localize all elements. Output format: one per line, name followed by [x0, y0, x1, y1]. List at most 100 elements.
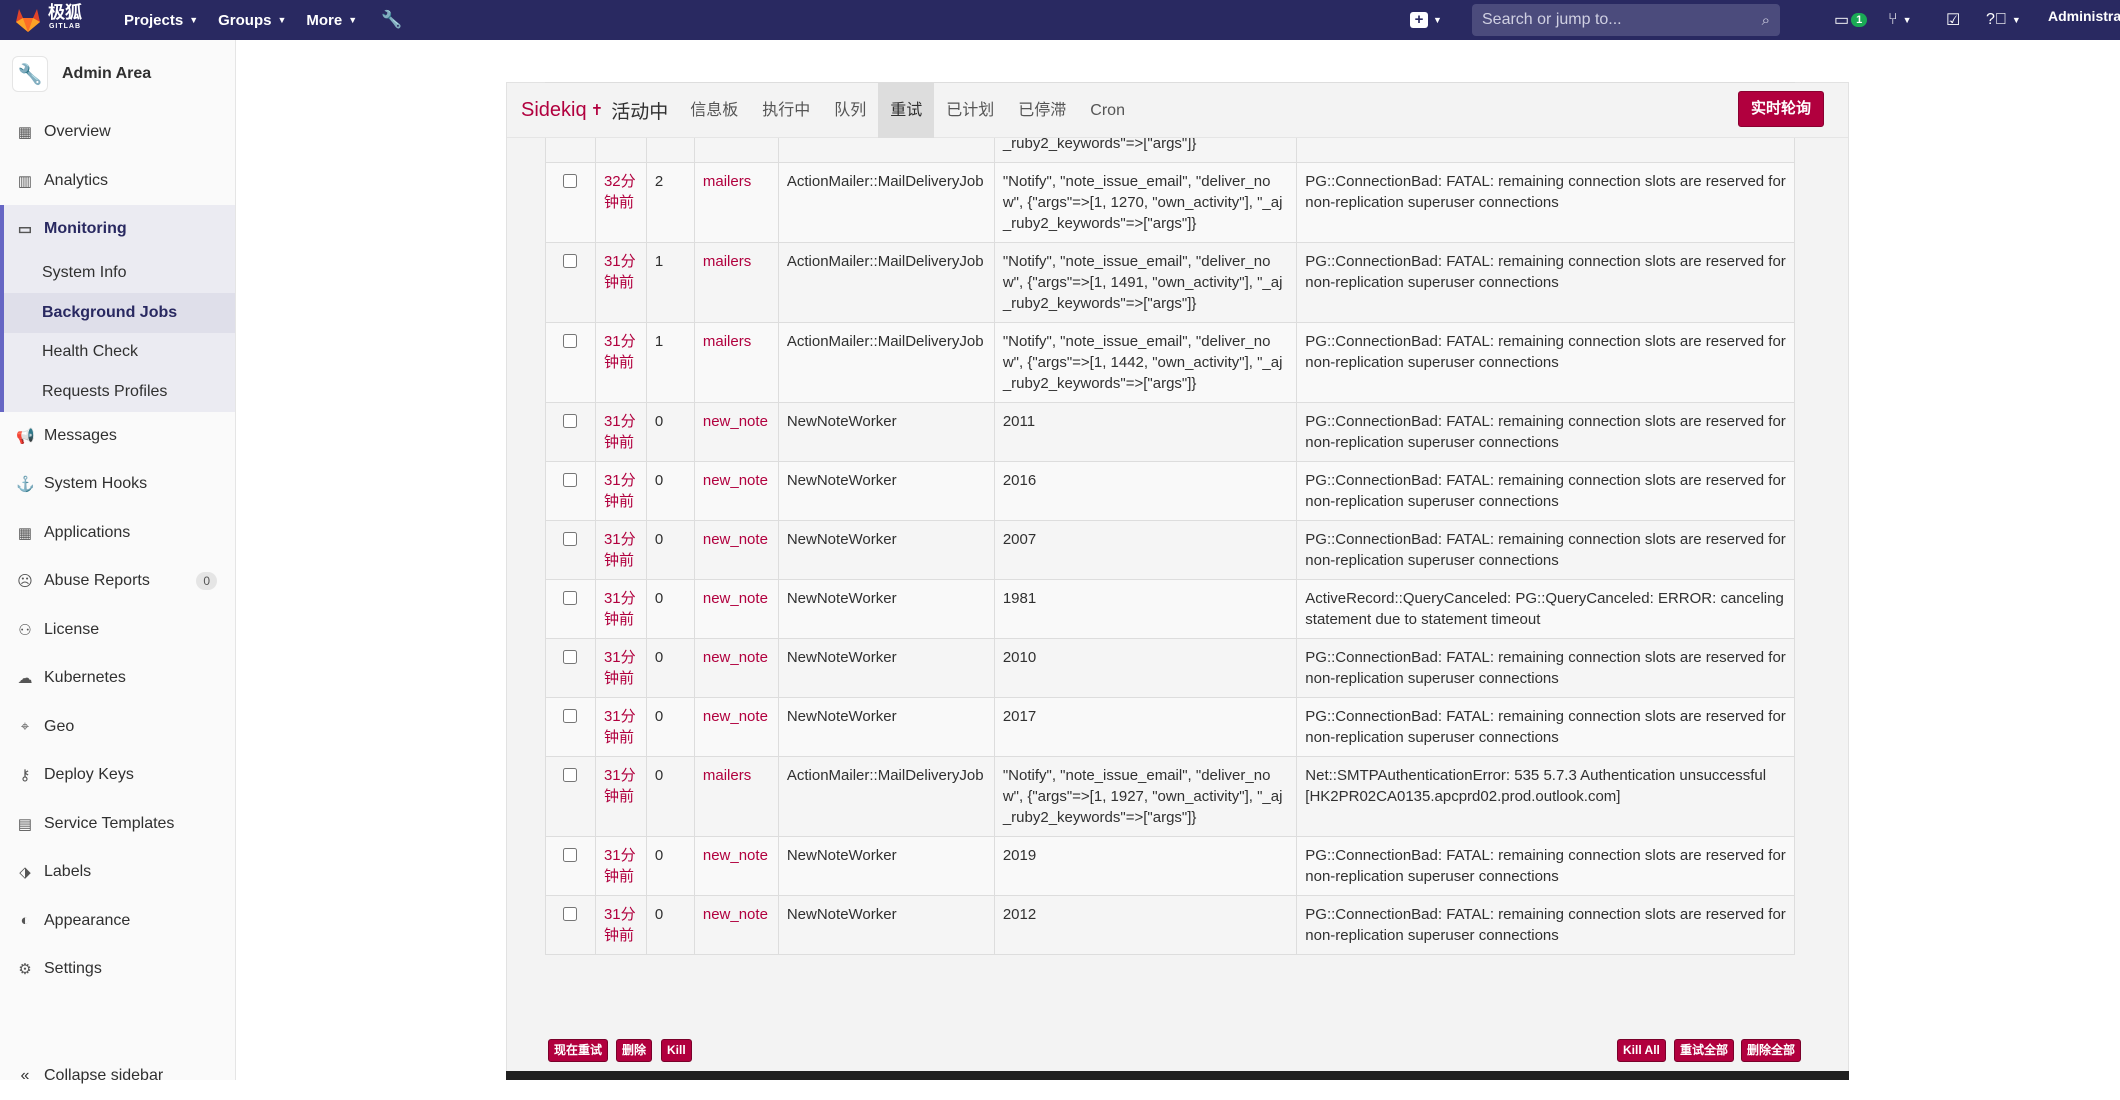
row-checkbox[interactable] [563, 768, 578, 782]
retry-time[interactable]: 31分钟前 [594, 520, 647, 580]
row-checkbox[interactable] [563, 591, 578, 605]
sidebar-item-geo[interactable]: ⌖ Geo [0, 703, 235, 752]
error-message: PG::ConnectionBad: FATAL: remaining conn… [1296, 520, 1795, 580]
row-checkbox[interactable] [563, 532, 578, 546]
sidebar-subitem-system-info[interactable]: System Info [4, 254, 235, 294]
live-poll-button[interactable]: 实时轮询 [1737, 91, 1824, 127]
nav-projects[interactable]: Projects ▼ [124, 12, 198, 29]
search-box[interactable]: ⌕ [1472, 4, 1780, 36]
retry-time[interactable]: 31分钟前 [594, 756, 647, 837]
sidebar-subitem-requests-profiles[interactable]: Requests Profiles [4, 372, 235, 412]
retry-time[interactable]: 31分钟前 [594, 402, 647, 462]
row-checkbox[interactable] [563, 414, 578, 428]
retry-all-button[interactable]: 重试全部 [1674, 1039, 1735, 1062]
sidebar-item-appearance[interactable]: ◐ Appearance [0, 897, 235, 946]
sidekiq-brand[interactable]: Sidekiq ✝ 活动中 [521, 97, 668, 124]
queue-link[interactable]: new_note [693, 895, 779, 955]
sidebar-item-settings[interactable]: ⚙ Settings [0, 945, 235, 994]
delete-all-button[interactable]: 删除全部 [1741, 1039, 1802, 1062]
retry-time[interactable]: 31分钟前 [594, 638, 647, 698]
sidebar-item-abuse-reports[interactable]: ☹ Abuse Reports 0 [0, 557, 235, 606]
search-input[interactable] [1482, 11, 1762, 29]
tab-dead[interactable]: 已停滞 [1006, 83, 1078, 138]
tab-dashboard[interactable]: 信息板 [678, 83, 750, 138]
sidebar-subitem-health-check[interactable]: Health Check [4, 333, 235, 373]
sidebar-item-analytics[interactable]: ▥ Analytics [0, 157, 235, 206]
kill-all-button[interactable]: Kill All [1617, 1039, 1666, 1062]
queue-link[interactable]: new_note [693, 520, 779, 580]
row-checkbox[interactable] [563, 334, 578, 348]
row-checkbox[interactable] [563, 848, 578, 862]
queue-link[interactable]: new_note [693, 579, 779, 639]
admin-wrench-icon[interactable]: 🔧 [381, 10, 402, 30]
retry-time[interactable]: 31分钟前 [594, 242, 647, 323]
sidebar-subitem-background-jobs[interactable]: Background Jobs [4, 293, 235, 333]
nav-more[interactable]: More ▼ [306, 12, 357, 29]
tab-queues[interactable]: 队列 [822, 83, 878, 138]
table-row: 32分钟前 2 mailers ActionMailer::MailDeliveryJ… [545, 162, 1795, 243]
queue-link[interactable]: new_note [693, 697, 779, 757]
sidebar-item-monitoring[interactable]: ▭ Monitoring [0, 205, 235, 254]
gitlab-logo[interactable]: 极狐 GITLAB [14, 4, 104, 34]
retry-now-button[interactable]: 现在重试 [548, 1039, 609, 1062]
row-checkbox[interactable] [563, 473, 578, 487]
sidebar-item-messages[interactable]: 📢 Messages [0, 412, 235, 461]
merge-requests-button[interactable]: ⑂ ▼ [1888, 0, 1912, 40]
row-checkbox[interactable] [563, 709, 578, 723]
retry-time[interactable]: 32分钟前 [594, 162, 647, 243]
row-checkbox[interactable] [563, 254, 578, 268]
row-checkbox[interactable] [563, 907, 578, 921]
queue-link[interactable]: mailers [693, 322, 779, 403]
issues-icon: ▭ [1834, 12, 1850, 29]
sidebar-item-kubernetes[interactable]: ☁ Kubernetes [0, 654, 235, 703]
sidebar-item-service-templates[interactable]: ▤ Service Templates [0, 800, 235, 849]
retry-time[interactable]: 31分钟前 [594, 836, 647, 896]
queue-link[interactable]: new_note [693, 638, 779, 698]
sidebar-item-license[interactable]: ⚇ License [0, 606, 235, 655]
queue-link[interactable]: mailers [693, 756, 779, 837]
queue-link[interactable]: mailers [693, 162, 779, 243]
collapse-sidebar-button[interactable]: « Collapse sidebar [0, 1052, 164, 1100]
issues-button[interactable]: ▭ 1 [1834, 0, 1868, 40]
new-dropdown[interactable]: + ▼ [1410, 0, 1442, 40]
collapse-sidebar-label: Collapse sidebar [44, 1067, 164, 1084]
queue-link[interactable]: new_note [693, 836, 779, 896]
issues-count-badge: 1 [1851, 13, 1868, 27]
job-class: NewNoteWorker [777, 638, 995, 698]
row-checkbox[interactable] [563, 174, 578, 188]
queue-link[interactable]: new_note [693, 402, 779, 462]
sidebar-header[interactable]: 🔧 Admin Area [0, 40, 235, 108]
retry-time[interactable]: 31分钟前 [594, 461, 647, 521]
job-arguments: 2012 [993, 895, 1298, 955]
search-icon: ⌕ [1761, 11, 1770, 29]
delete-button[interactable]: 删除 [616, 1039, 653, 1062]
table-row: 31分钟前 0 mailers ActionMailer::MailDeliveryJ… [545, 756, 1795, 837]
tab-cron[interactable]: Cron [1078, 83, 1137, 138]
sidebar-item-label: Labels [44, 863, 92, 881]
retry-time[interactable]: 31分钟前 [594, 579, 647, 639]
queue-link[interactable]: new_note [693, 461, 779, 521]
sidebar-item-system-hooks[interactable]: ⚓ System Hooks [0, 460, 235, 509]
megaphone-icon: 📢 [16, 427, 35, 445]
row-checkbox[interactable] [563, 650, 578, 664]
sidebar-item-label: License [44, 620, 100, 638]
nav-groups[interactable]: Groups ▼ [218, 12, 286, 29]
job-class: ActionMailer::MailDeliveryJob [777, 242, 995, 323]
sidebar-item-applications[interactable]: ▦ Applications [0, 509, 235, 558]
tab-scheduled[interactable]: 已计划 [934, 83, 1006, 138]
tab-busy[interactable]: 执行中 [750, 83, 822, 138]
license-icon: ⚇ [18, 621, 32, 639]
queue-link[interactable]: mailers [693, 242, 779, 323]
retry-time[interactable]: 31分钟前 [594, 895, 647, 955]
todos-button[interactable]: ☑ [1946, 0, 1960, 40]
retry-time[interactable]: 31分钟前 [594, 322, 647, 403]
sidebar-item-label: Kubernetes [44, 669, 126, 687]
sidebar-item-overview[interactable]: ▦ Overview [0, 108, 235, 157]
sidebar-item-labels[interactable]: ⬗ Labels [0, 848, 235, 897]
kill-button[interactable]: Kill [661, 1039, 692, 1062]
help-button[interactable]: ?⃝ ▼ [1986, 0, 2021, 40]
user-menu[interactable]: Administrator [2048, 8, 2120, 24]
sidebar-item-deploy-keys[interactable]: ⚷ Deploy Keys [0, 751, 235, 800]
tab-retries[interactable]: 重试 [878, 82, 935, 138]
retry-time[interactable]: 31分钟前 [594, 697, 647, 757]
